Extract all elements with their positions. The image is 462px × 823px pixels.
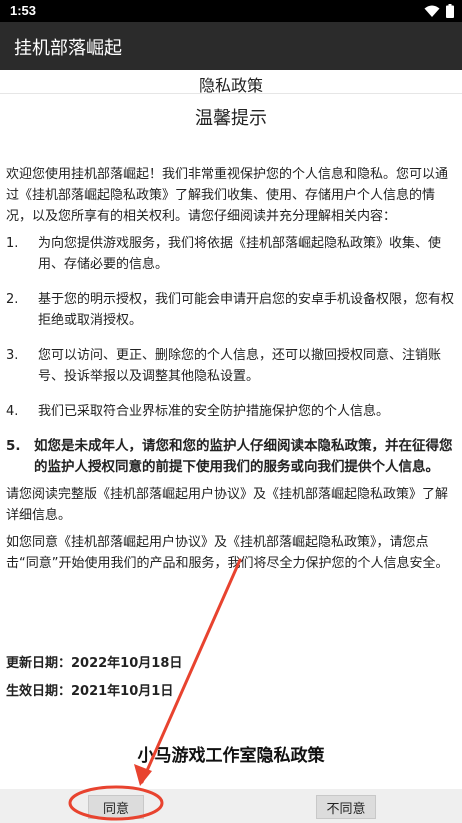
annotation-arrow-head <box>134 764 152 786</box>
item-number: 2. <box>6 292 19 307</box>
notice-title: 温馨提示 <box>195 108 267 129</box>
agree-note-paragraph: 如您同意《挂机部落崛起用户协议》及《挂机部落崛起隐私政策》，请您点击“同意”开始… <box>6 535 449 571</box>
item-text: 您可以访问、更正、删除您的个人信息，还可以撤回授权同意、注销账号、投诉举报以及调… <box>38 348 442 384</box>
app-bar: 挂机部落崛起 <box>0 22 462 70</box>
status-time: 1:53 <box>10 3 37 18</box>
app-title: 挂机部落崛起 <box>14 38 122 59</box>
update-date: 更新日期：2022年10月18日 <box>6 656 183 671</box>
battery-icon <box>446 4 454 18</box>
policy-content[interactable]: 欢迎您使用挂机部落崛起！我们非常重视保护您的个人信息和隐私。您可以通过《挂机部落… <box>6 164 458 580</box>
policy-item: 2. 基于您的明示授权，我们可能会申请开启您的安卓手机设备权限，您有权拒绝或取消… <box>6 289 458 331</box>
policy-item: 1. 为向您提供游戏服务，我们将依据《挂机部落崛起隐私政策》收集、使用、存储必要… <box>6 233 458 275</box>
policy-item: 3. 您可以访问、更正、删除您的个人信息，还可以撤回授权同意、注销账号、投诉举报… <box>6 345 458 387</box>
policy-item: 4. 我们已采取符合业界标准的安全防护措施保护您的个人信息。 <box>6 401 458 422</box>
effective-date: 生效日期：2021年10月1日 <box>6 684 174 699</box>
status-icons <box>424 4 454 18</box>
read-full-paragraph: 请您阅读完整版《挂机部落崛起用户协议》及《挂机部落崛起隐私政策》了解详细信息。 <box>6 487 449 523</box>
agree-button[interactable]: 同意 <box>88 795 144 819</box>
studio-policy-title: 小马游戏工作室隐私政策 <box>137 746 325 766</box>
item-number: 1. <box>6 236 19 251</box>
item-text: 基于您的明示授权，我们可能会申请开启您的安卓手机设备权限，您有权拒绝或取消授权。 <box>38 292 455 328</box>
status-bar: 1:53 <box>0 0 462 22</box>
disagree-button[interactable]: 不同意 <box>316 795 376 819</box>
bottom-action-bar: 同意 不同意 <box>0 789 462 823</box>
item-number: 3. <box>6 348 19 363</box>
item-text: 如您是未成年人，请您和您的监护人仔细阅读本隐私政策，并在征得您的监护人授权同意的… <box>34 438 453 475</box>
policy-item-minor-notice: 5. 如您是未成年人，请您和您的监护人仔细阅读本隐私政策，并在征得您的监护人授权… <box>6 436 458 478</box>
item-number: 5. <box>6 438 21 454</box>
item-number: 4. <box>6 404 19 419</box>
title-divider <box>0 93 462 94</box>
wifi-icon <box>424 5 440 17</box>
item-text: 我们已采取符合业界标准的安全防护措施保护您的个人信息。 <box>38 404 390 419</box>
intro-paragraph: 欢迎您使用挂机部落崛起！我们非常重视保护您的个人信息和隐私。您可以通过《挂机部落… <box>6 167 449 224</box>
item-text: 为向您提供游戏服务，我们将依据《挂机部落崛起隐私政策》收集、使用、存储必要的信息… <box>38 236 442 272</box>
